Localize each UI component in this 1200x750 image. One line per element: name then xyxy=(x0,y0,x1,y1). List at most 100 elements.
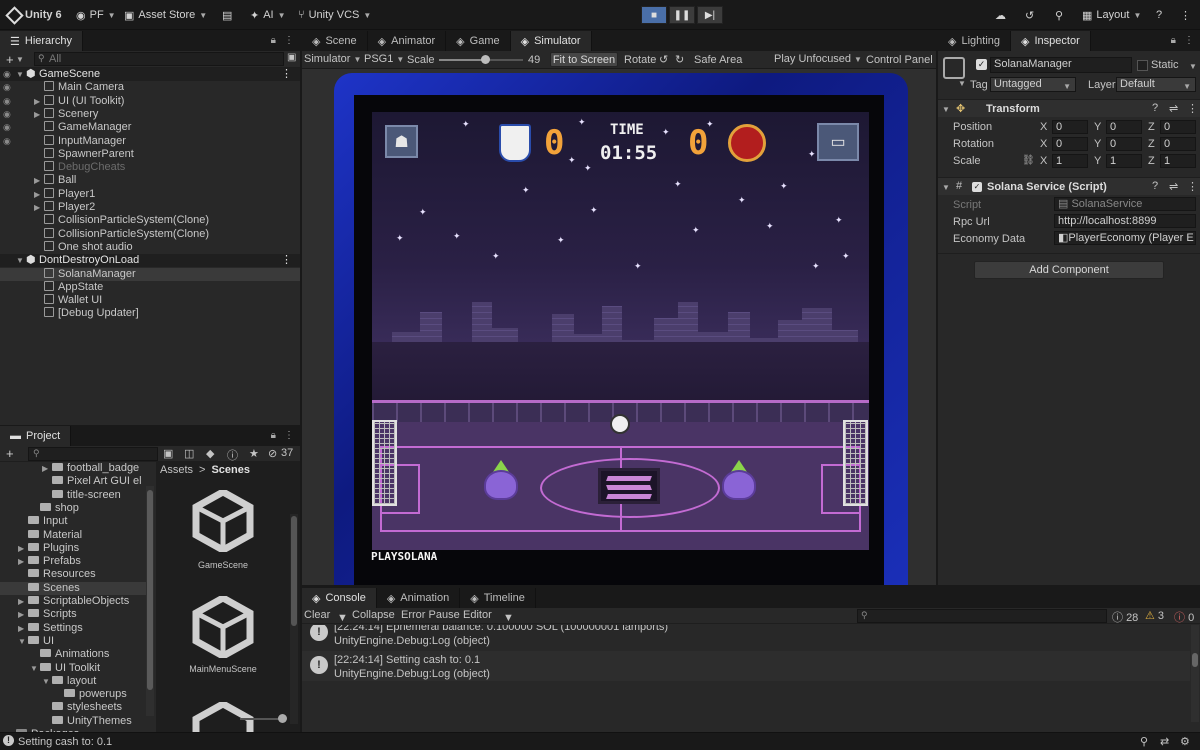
filter-icon[interactable]: ▣ xyxy=(163,447,173,460)
hierarchy-item[interactable]: Wallet UI xyxy=(0,294,300,307)
hierarchy-item[interactable]: DebugCheats xyxy=(0,161,300,174)
safe-area-toggle[interactable]: Safe Area xyxy=(694,54,742,66)
hierarchy-scene[interactable]: ◉ ▼ ⬢ GameScene ⋮ xyxy=(0,68,300,81)
tab-simulator[interactable]: ◈ Simulator xyxy=(510,31,592,51)
log-count-toggle[interactable]: ⓘ 28 xyxy=(1112,609,1138,625)
add-icon[interactable]: + xyxy=(6,446,14,461)
project-folder[interactable]: Input xyxy=(0,515,146,528)
vcs-dropdown[interactable]: ⑂ Unity VCS ▼ xyxy=(298,7,371,23)
hierarchy-item[interactable]: [Debug Updater] xyxy=(0,307,300,320)
editor-dropdown[interactable]: Editor xyxy=(463,609,492,621)
tab-console[interactable]: ◈ Console xyxy=(302,588,377,608)
hierarchy-item[interactable]: ◉ ▶ UI (UI Toolkit) xyxy=(0,94,300,108)
chevron-down-icon[interactable]: ▼ xyxy=(337,612,348,624)
chevron-right-icon[interactable]: ▶ xyxy=(18,542,28,555)
help-icon[interactable]: ? xyxy=(1152,102,1158,114)
tab-scene[interactable]: ◈ Scene xyxy=(302,31,368,51)
project-search-input[interactable] xyxy=(28,447,158,461)
economy-data-field[interactable]: ◧PlayerEconomy (Player E xyxy=(1054,231,1196,245)
add-icon[interactable]: + xyxy=(6,52,14,67)
axis-label-z[interactable]: Z xyxy=(1148,138,1155,150)
solana-service-header[interactable]: ▼ # ✓ Solana Service (Script) ? ⇌ ⋮ xyxy=(938,177,1200,195)
chevron-down-icon[interactable]: ▼ xyxy=(18,635,28,648)
tab-lighting[interactable]: ◈ Lighting xyxy=(938,31,1012,51)
project-folder[interactable]: ▼ UI xyxy=(0,635,146,648)
layout-dropdown[interactable]: ▦ Layout ▼ xyxy=(1082,7,1141,23)
unity-scene-icon[interactable] xyxy=(192,487,254,555)
project-folder[interactable]: UnityThemes xyxy=(0,715,146,728)
axis-label-y[interactable]: Y xyxy=(1094,155,1101,167)
status-message[interactable]: Setting cash to: 0.1 xyxy=(18,736,112,748)
collapse-toggle[interactable]: Collapse xyxy=(352,609,395,621)
project-folder[interactable]: Material xyxy=(0,529,146,542)
star-icon[interactable]: ★ xyxy=(249,447,259,460)
package-button[interactable]: ▤ xyxy=(222,7,232,23)
transform-header[interactable]: ▼ ✥ Transform ? ⇌ ⋮ xyxy=(938,99,1200,117)
chevron-right-icon[interactable]: ▶ xyxy=(42,462,52,475)
tree-scrollbar[interactable] xyxy=(146,486,154,716)
tag-dropdown[interactable]: Untagged ▼ xyxy=(990,77,1076,92)
visibility-icon[interactable]: ◉ xyxy=(3,121,11,134)
visibility-icon[interactable]: ◉ xyxy=(3,68,11,81)
tab-project[interactable]: ▬ Project xyxy=(0,426,72,446)
chevron-down-icon[interactable]: ▼ xyxy=(503,612,514,624)
rotate-left-icon[interactable]: ↺ xyxy=(659,53,668,66)
preset-icon[interactable]: ⇌ xyxy=(1169,102,1178,115)
visibility-icon[interactable]: ◉ xyxy=(3,108,11,121)
hierarchy-item[interactable]: ◉ Main Camera xyxy=(0,81,300,94)
search-button[interactable]: ⚲ xyxy=(1055,7,1063,23)
tab-timeline[interactable]: ◈ Timeline xyxy=(460,588,536,608)
rpc-url-input[interactable]: http://localhost:8899 xyxy=(1054,214,1196,228)
project-folder[interactable]: ▶ Plugins xyxy=(0,542,146,555)
help-button[interactable]: ? xyxy=(1156,7,1162,23)
search-options-icon[interactable]: ▣ xyxy=(287,52,296,63)
axis-label-y[interactable]: Y xyxy=(1094,138,1101,150)
static-checkbox[interactable] xyxy=(1137,60,1148,71)
progress-icon[interactable]: ⚲ xyxy=(1140,735,1148,748)
visibility-icon[interactable]: ◉ xyxy=(3,81,11,94)
cloud-button[interactable]: ☁ xyxy=(995,7,1006,23)
hierarchy-item[interactable]: One shot audio xyxy=(0,240,300,254)
hierarchy-item[interactable]: ◉ InputManager xyxy=(0,134,300,148)
project-folder[interactable]: Scenes xyxy=(0,581,146,595)
chevron-down-icon[interactable]: ▼ xyxy=(16,254,26,267)
scale-y-input[interactable]: 1 xyxy=(1106,154,1142,168)
rotation-x-input[interactable]: 0 xyxy=(1052,137,1088,151)
hierarchy-item[interactable]: CollisionParticleSystem(Clone) xyxy=(0,214,300,227)
active-checkbox[interactable]: ✓ xyxy=(976,59,987,70)
scale-slider-handle[interactable] xyxy=(481,55,491,64)
position-x-input[interactable]: 0 xyxy=(1052,120,1088,134)
rotation-z-input[interactable]: 0 xyxy=(1160,137,1196,151)
tab-game[interactable]: ◈ Game xyxy=(446,31,511,51)
position-z-input[interactable]: 0 xyxy=(1160,120,1196,134)
log-entry[interactable]: ! [22:24:14] Ephemeral balance: 0.100000… xyxy=(302,625,1190,647)
device-dropdown[interactable]: PSG1 ▼ xyxy=(364,53,404,65)
lock-icon[interactable]: 🔒︎ xyxy=(1171,35,1176,46)
unity-scene-icon[interactable] xyxy=(192,593,254,661)
chevron-down-icon[interactable]: ▼ xyxy=(16,68,26,81)
project-folder[interactable]: ▶ football_badge xyxy=(0,462,146,475)
sim-mode-dropdown[interactable]: Simulator ▼ xyxy=(304,53,361,65)
scale-z-input[interactable]: 1 xyxy=(1160,154,1196,168)
axis-label-x[interactable]: X xyxy=(1040,155,1047,167)
more-icon[interactable]: ⋮ xyxy=(281,68,292,81)
more-icon[interactable]: ⋮ xyxy=(281,254,292,267)
pause-button[interactable]: ❚❚ xyxy=(669,6,695,24)
project-folder[interactable]: ▶ Settings xyxy=(0,622,146,635)
console-scrollbar-thumb[interactable] xyxy=(1192,653,1198,667)
rotation-y-input[interactable]: 0 xyxy=(1106,137,1142,151)
axis-label-x[interactable]: X xyxy=(1040,138,1047,150)
component-enabled-checkbox[interactable]: ✓ xyxy=(972,182,982,192)
chevron-down-icon[interactable]: ▼ xyxy=(30,662,40,675)
chevron-down-icon[interactable]: ▼ xyxy=(958,79,966,88)
project-folder[interactable]: Animations xyxy=(0,648,146,661)
unity-version-button[interactable]: Unity 6 xyxy=(5,5,62,25)
menu-invader-button[interactable]: ☗ xyxy=(385,125,418,158)
warning-icon[interactable]: ⓘ xyxy=(227,447,238,463)
chevron-right-icon[interactable]: ▶ xyxy=(18,595,28,608)
network-icon[interactable]: ⇄ xyxy=(1160,735,1169,748)
rotate-right-icon[interactable]: ↻ xyxy=(675,53,684,66)
project-folder[interactable]: stylesheets xyxy=(0,701,146,714)
project-folder[interactable]: Resources xyxy=(0,568,146,581)
hierarchy-item[interactable]: SpawnerParent xyxy=(0,147,300,161)
